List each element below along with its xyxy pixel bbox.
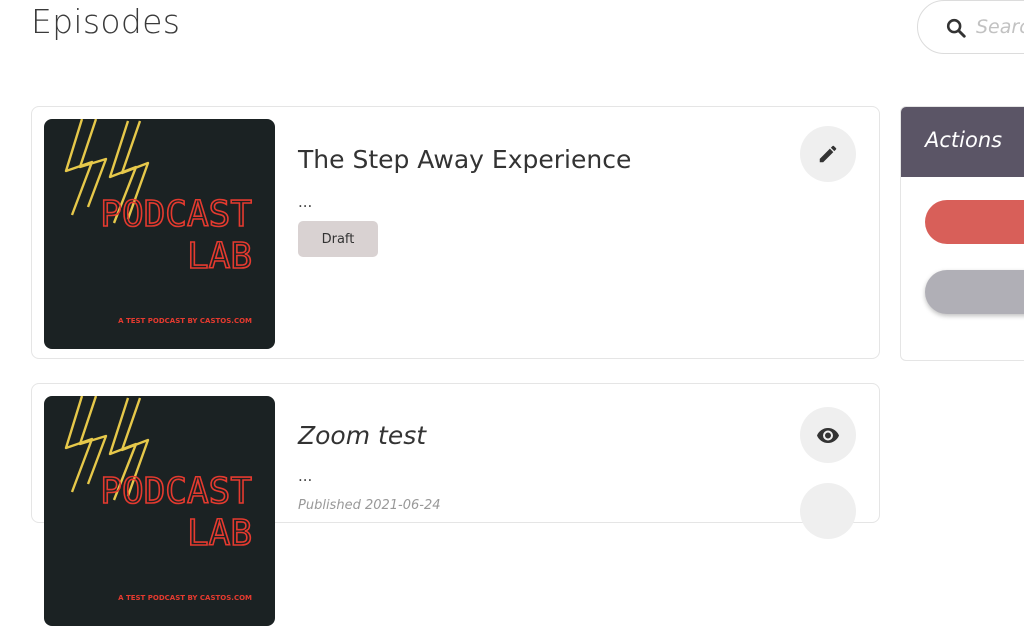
- secondary-action-button[interactable]: [925, 270, 1024, 314]
- published-date: Published 2021-06-24: [298, 498, 441, 513]
- edit-button[interactable]: [800, 126, 856, 182]
- cover-title-line2: LAB: [187, 236, 252, 277]
- episode-card[interactable]: PODCAST LAB A TEST PODCAST BY CASTOS.COM…: [31, 106, 880, 359]
- actions-header: Actions: [901, 107, 1024, 177]
- eye-icon: [817, 428, 839, 443]
- episode-description: ...: [298, 193, 313, 211]
- episode-description: ...: [298, 467, 313, 485]
- actions-panel: Actions: [900, 106, 1024, 361]
- status-badge: Draft: [298, 221, 378, 257]
- cover-title-line1: PODCAST: [100, 471, 252, 512]
- cover-tagline: A TEST PODCAST BY CASTOS.COM: [118, 317, 252, 325]
- secondary-action-button[interactable]: [800, 483, 856, 539]
- page-title: Episodes: [31, 2, 181, 41]
- cover-title-line2: LAB: [187, 513, 252, 554]
- cover-tagline: A TEST PODCAST BY CASTOS.COM: [118, 594, 252, 602]
- episode-title[interactable]: Zoom test: [298, 421, 426, 450]
- pencil-icon: [819, 145, 837, 163]
- search-box[interactable]: Search: [917, 0, 1024, 54]
- view-button[interactable]: [800, 407, 856, 463]
- episode-card[interactable]: PODCAST LAB A TEST PODCAST BY CASTOS.COM…: [31, 383, 880, 626]
- episode-title[interactable]: The Step Away Experience: [298, 145, 631, 174]
- primary-action-button[interactable]: [925, 200, 1024, 244]
- search-input[interactable]: Search: [976, 16, 1024, 38]
- search-icon: [946, 18, 966, 38]
- episode-cover-image: PODCAST LAB A TEST PODCAST BY CASTOS.COM: [44, 119, 275, 349]
- cover-title-line1: PODCAST: [100, 194, 252, 235]
- actions-title: Actions: [925, 128, 1003, 152]
- episode-cover-image: PODCAST LAB A TEST PODCAST BY CASTOS.COM: [44, 396, 275, 626]
